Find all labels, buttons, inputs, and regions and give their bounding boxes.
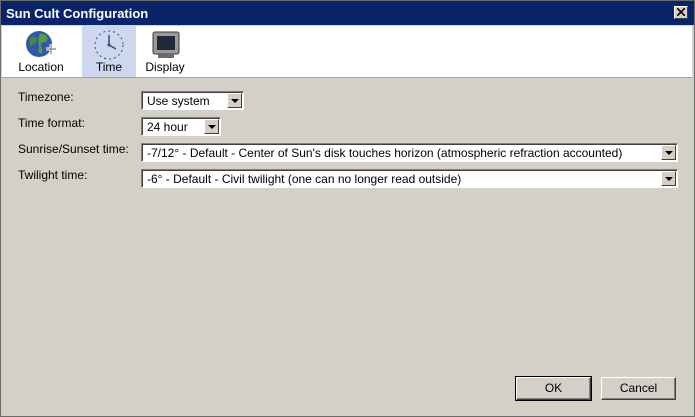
- timezone-value: Use system: [147, 94, 210, 108]
- config-window: Sun Cult Configuration Location Time Dis…: [0, 0, 695, 417]
- timezone-select[interactable]: Use system: [141, 91, 244, 110]
- sunrise-sunset-select[interactable]: -7/12° - Default - Center of Sun's disk …: [141, 143, 678, 162]
- time-format-label: Time format:: [18, 116, 85, 130]
- ok-button[interactable]: OK: [515, 376, 592, 401]
- close-button[interactable]: [674, 6, 688, 19]
- sunrise-sunset-value: -7/12° - Default - Center of Sun's disk …: [147, 146, 623, 160]
- sunrise-sunset-label: Sunrise/Sunset time:: [18, 142, 129, 156]
- tab-display-label: Display: [145, 60, 185, 74]
- twilight-select[interactable]: -6° - Default - Civil twilight (one can …: [141, 169, 678, 188]
- window-title: Sun Cult Configuration: [6, 6, 149, 21]
- tab-time-label: Time: [95, 60, 123, 74]
- time-format-value: 24 hour: [147, 120, 188, 134]
- tab-time[interactable]: Time: [82, 26, 136, 77]
- close-icon: [677, 8, 685, 16]
- chevron-down-icon[interactable]: [204, 119, 219, 134]
- title-bar[interactable]: Sun Cult Configuration: [1, 1, 694, 25]
- twilight-label: Twilight time:: [18, 168, 88, 182]
- globe-add-icon: [24, 29, 58, 64]
- chevron-down-icon[interactable]: [661, 171, 676, 186]
- tab-display[interactable]: Display: [138, 26, 192, 77]
- cancel-button[interactable]: Cancel: [601, 377, 676, 400]
- timezone-label: Timezone:: [18, 90, 74, 104]
- tab-location-label: Location: [18, 60, 64, 74]
- chevron-down-icon[interactable]: [227, 93, 242, 108]
- chevron-down-icon[interactable]: [661, 145, 676, 160]
- clock-icon: [92, 29, 126, 64]
- twilight-value: -6° - Default - Civil twilight (one can …: [147, 172, 462, 186]
- monitor-icon: [148, 29, 182, 64]
- toolbar: Location Time Display: [2, 26, 692, 78]
- time-format-select[interactable]: 24 hour: [141, 117, 221, 136]
- tab-location[interactable]: Location: [2, 26, 80, 77]
